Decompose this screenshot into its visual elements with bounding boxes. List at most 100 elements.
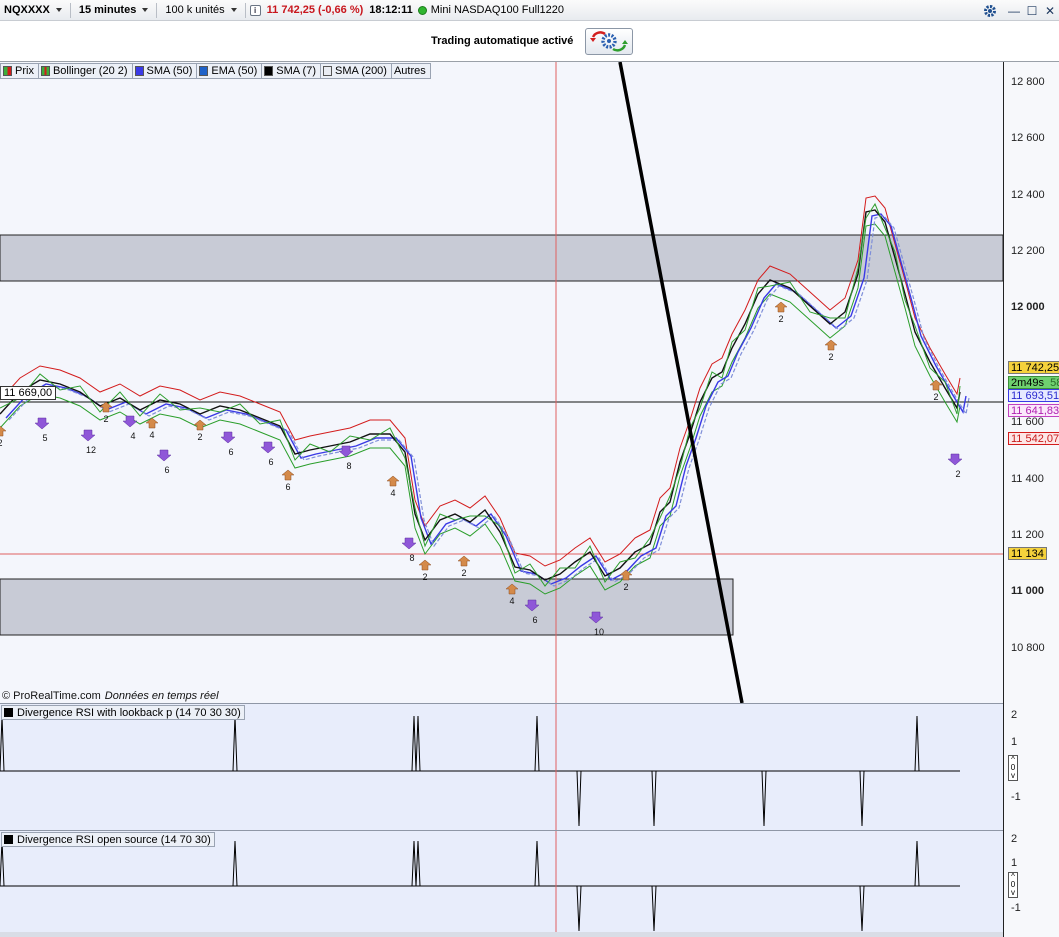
panel1-scale-zoom[interactable]: ^ 0 v [1008,755,1018,781]
toolbar-divider [69,2,71,18]
indicator-panel-rsi-lookback[interactable]: Divergence RSI with lookback p (14 70 30… [0,703,1003,830]
sell-arrow-icon [401,537,417,550]
legend-label: Prix [15,65,34,77]
legend-sma50[interactable]: SMA (50) [131,63,198,79]
signal-count: 4 [390,488,395,498]
resistance-zone [0,234,1003,282]
color-swatch-icon [264,66,274,76]
signal-count: 2 [0,438,3,448]
positive-spike [914,715,920,772]
signal-count: 2 [828,352,833,362]
legend-sma7[interactable]: SMA (7) [261,63,321,79]
sell-arrow-icon [220,431,236,444]
time-axis-strip[interactable] [0,932,1003,937]
positive-spike [232,840,238,887]
signal-count: 5 [42,433,47,443]
indicator-title-text: Divergence RSI with lookback p (14 70 30… [17,706,241,719]
horizontal-line-label[interactable]: 11 669,00 [0,386,57,400]
last-price-change: 11 742,25 (-0,66 %) [266,4,364,16]
negative-spike [576,885,582,932]
chevron-down-icon [142,8,149,12]
units-label: 100 k unités [165,4,225,16]
prorealtime-chart-window: NQXXXX 15 minutes 100 k unités i 11 742,… [0,0,1059,937]
legend-ema50[interactable]: EMA (50) [196,63,263,79]
indicator-tick: -1 [1011,902,1021,914]
buy-arrow-icon [0,425,7,437]
signal-count: 6 [164,465,169,475]
crosshair-price-tag: 11 134 [1008,547,1047,560]
legend-sma200[interactable]: SMA (200) [320,63,392,79]
signal-count: 6 [285,482,290,492]
sell-arrow-icon [156,449,172,462]
negative-spike [859,770,865,827]
indicator-canvas [0,704,960,830]
color-swatch-icon [323,66,332,76]
indicator-title[interactable]: Divergence RSI open source (14 70 30) [1,832,215,847]
legend-label: Bollinger (20 2) [52,65,128,77]
signal-count: 2 [623,582,628,592]
indicator-tick: -1 [1011,791,1021,803]
signal-count: 12 [86,445,96,455]
price-axis[interactable]: 12 800 12 600 12 400 12 200 12 000 11 60… [1003,62,1059,937]
legend-label: SMA (200) [335,65,387,77]
window-controls: — ☐ ✕ [975,0,1059,21]
price-tick: 12 200 [1011,245,1045,257]
auto-trading-button[interactable] [585,28,633,55]
legend-prix[interactable]: Prix [0,63,39,79]
positive-spike [415,840,421,887]
settings-gear-icon[interactable] [975,2,1005,20]
legend-label: Autres [393,65,426,77]
sma50-tag: 11 693,51 [1008,389,1059,402]
signal-count: 2 [778,314,783,324]
data-credit: © ProRealTime.com Données en temps réel [2,690,219,702]
positive-spike [914,840,920,887]
chevron-down-icon: v [1011,888,1015,897]
close-icon[interactable]: ✕ [1041,2,1059,20]
negative-spike [859,885,865,932]
positive-spike [411,840,417,887]
negative-spike [761,770,767,827]
candles-icon [3,66,12,76]
candle-timer-tag: 2m49s 58 [1008,376,1059,389]
buy-arrow-icon [929,379,943,391]
last-price-tag: 11 742,25 [1008,361,1059,374]
indicator-tick: 2 [1011,833,1018,845]
indicator-tick: 1 [1011,736,1018,748]
buy-arrow-icon [145,417,159,429]
legend-label: SMA (7) [276,65,316,77]
timeframe-dropdown[interactable]: 15 minutes [75,1,152,20]
legend-more-button[interactable]: Autres [390,63,431,79]
color-swatch-icon [134,66,144,76]
buy-arrow-icon [193,419,207,431]
minimize-icon[interactable]: — [1005,2,1023,20]
units-dropdown[interactable]: 100 k unités [161,1,240,20]
auto-trading-gears-icon [590,31,628,52]
legend-bollinger[interactable]: Bollinger (20 2) [37,63,133,79]
color-swatch-icon [199,66,209,76]
signal-count: 6 [228,447,233,457]
toolbar-divider [156,2,158,18]
indicator-panel-rsi-open-source[interactable]: Divergence RSI open source (14 70 30) [0,830,1003,932]
sma7-tag: 11 641,83 [1008,404,1059,417]
instrument-name: Mini NASDAQ100 Full1220 [430,4,565,16]
panel2-scale-zoom[interactable]: ^ 0 v [1008,872,1018,898]
auto-trading-label: Trading automatique activé [431,35,574,47]
restore-icon[interactable]: ☐ [1023,2,1041,20]
price-tick: 11 600 [1011,416,1044,428]
indicator-title[interactable]: Divergence RSI with lookback p (14 70 30… [1,705,245,720]
price-tick: 12 000 [1011,301,1045,313]
info-icon[interactable]: i [249,4,261,16]
chevron-down-icon [230,8,237,12]
sell-arrow-icon [947,453,963,466]
toolbar-divider [244,2,246,18]
positive-spike [0,715,5,772]
buy-arrow-icon [774,301,788,313]
market-status-icon [417,5,427,15]
symbol-dropdown[interactable]: NQXXXX [0,1,66,20]
signal-count: 6 [268,457,273,467]
auto-trading-bar: Trading automatique activé [0,21,1059,62]
signal-count: 2 [933,392,938,402]
buy-arrow-icon [418,559,432,571]
price-chart-area[interactable]: 5 12 4 6 6 6 8 8 6 10 2 2 2 4 2 6 4 2 2 4 2 2 2 2 Prix Bollinge… [0,62,1003,703]
buy-arrow-icon [457,555,471,567]
